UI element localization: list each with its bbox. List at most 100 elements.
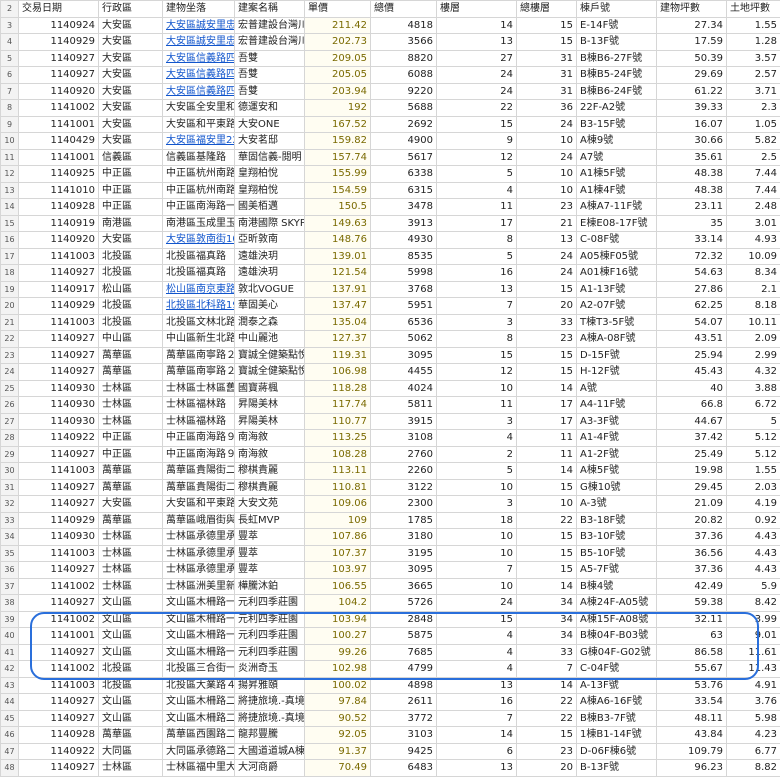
cell-project[interactable]: 吾雙 (235, 67, 305, 84)
cell-unit-no[interactable]: A棟24F-A05號 (577, 595, 657, 612)
row-number[interactable]: 40 (1, 628, 19, 645)
cell-total-price[interactable]: 3566 (371, 34, 437, 51)
cell-date[interactable]: 1141003 (19, 545, 99, 562)
cell-total-floors[interactable]: 24 (517, 265, 577, 282)
cell-address[interactable]: 中正區南海路９３ (163, 446, 235, 463)
cell-date[interactable]: 1141002 (19, 611, 99, 628)
table-row[interactable]: 181140927北投區北投區福真路遠雄泱玥121.5459981624A01棟… (1, 265, 780, 282)
cell-building-area[interactable]: 42.49 (657, 578, 727, 595)
cell-address[interactable]: 北投區大業路４５ (163, 677, 235, 694)
cell-project[interactable]: 遠雄泱玥 (235, 248, 305, 265)
table-row[interactable]: 221140927中山區中山區新生北路二中山麗池127.375062823A棟A… (1, 331, 780, 348)
cell-building-area[interactable]: 63 (657, 628, 727, 645)
row-number[interactable]: 34 (1, 529, 19, 546)
cell-unit-price[interactable]: 121.54 (305, 265, 371, 282)
cell-project[interactable]: 穆棋貴麗 (235, 463, 305, 480)
column-header-land-area[interactable]: 土地坪數 (727, 1, 780, 18)
cell-unit-price[interactable]: 137.47 (305, 298, 371, 315)
cell-total-floors[interactable]: 13 (517, 232, 577, 249)
cell-unit-no[interactable]: T棟T3-5F號 (577, 314, 657, 331)
cell-unit-price[interactable]: 149.63 (305, 215, 371, 232)
cell-unit-price[interactable]: 150.5 (305, 199, 371, 216)
cell-total-price[interactable]: 3665 (371, 578, 437, 595)
cell-address[interactable]: 萬華區南寧路２６ (163, 347, 235, 364)
cell-unit-no[interactable]: 1棟B1-14F號 (577, 727, 657, 744)
cell-building-area[interactable]: 54.63 (657, 265, 727, 282)
cell-total-price[interactable]: 6536 (371, 314, 437, 331)
cell-land-area[interactable]: 10.09 (727, 248, 780, 265)
cell-unit-price[interactable]: 205.05 (305, 67, 371, 84)
cell-land-area[interactable]: 8.82 (727, 760, 780, 777)
cell-total-floors[interactable]: 34 (517, 611, 577, 628)
row-number[interactable]: 12 (1, 166, 19, 183)
cell-land-area[interactable]: 6.77 (727, 743, 780, 760)
cell-unit-no[interactable]: B棟B3-7F號 (577, 710, 657, 727)
cell-total-price[interactable]: 1785 (371, 512, 437, 529)
cell-district[interactable]: 大安區 (99, 34, 163, 51)
cell-district[interactable]: 士林區 (99, 562, 163, 579)
cell-project[interactable]: 將捷旅境.-真境 (235, 710, 305, 727)
cell-land-area[interactable]: 1.05 (727, 116, 780, 133)
cell-district[interactable]: 大安區 (99, 133, 163, 150)
cell-unit-no[interactable]: A1-13F號 (577, 281, 657, 298)
table-row[interactable]: 401141001文山區文山區木柵路一段元利四季莊園100.275875434B… (1, 628, 780, 645)
cell-project[interactable]: 南海敘 (235, 430, 305, 447)
cell-unit-no[interactable]: B棟B5-24F號 (577, 67, 657, 84)
cell-unit-no[interactable]: A棟A7-11F號 (577, 199, 657, 216)
table-row[interactable]: 121140925中正區中正區杭州南路一皇翔柏悅155.996338510A1棟… (1, 166, 780, 183)
column-header-unit-price[interactable]: 單價 (305, 1, 371, 18)
cell-project[interactable]: 國美栢邁 (235, 199, 305, 216)
cell-district[interactable]: 大安區 (99, 232, 163, 249)
cell-floor[interactable]: 4 (437, 182, 517, 199)
table-row[interactable]: 111141001信義區信義區基隆路華固信義-閱明157.7456171224A… (1, 149, 780, 166)
cell-project[interactable]: 國寶蔣楓 (235, 380, 305, 397)
cell-unit-price[interactable]: 113.25 (305, 430, 371, 447)
cell-address[interactable]: 大同區承德路二段 (163, 743, 235, 760)
cell-unit-no[interactable]: G棟10號 (577, 479, 657, 496)
row-number[interactable]: 41 (1, 644, 19, 661)
cell-unit-price[interactable]: 118.28 (305, 380, 371, 397)
row-number[interactable]: 17 (1, 248, 19, 265)
cell-total-floors[interactable]: 14 (517, 578, 577, 595)
table-row[interactable]: 211141003北投區北投區文林北路潤泰之森135.046536333T棟T3… (1, 314, 780, 331)
row-number[interactable]: 25 (1, 380, 19, 397)
cell-address[interactable]: 萬華區西園路二段 (163, 727, 235, 744)
cell-district[interactable]: 中正區 (99, 182, 163, 199)
cell-unit-price[interactable]: 100.27 (305, 628, 371, 645)
cell-land-area[interactable]: 4.23 (727, 727, 780, 744)
cell-unit-no[interactable]: B棟04F-B03號 (577, 628, 657, 645)
row-number[interactable]: 21 (1, 314, 19, 331)
cell-floor[interactable]: 14 (437, 727, 517, 744)
cell-floor[interactable]: 24 (437, 595, 517, 612)
cell-total-floors[interactable]: 15 (517, 562, 577, 579)
cell-date[interactable]: 1140927 (19, 347, 99, 364)
cell-total-floors[interactable]: 10 (517, 166, 577, 183)
cell-unit-price[interactable]: 155.99 (305, 166, 371, 183)
cell-unit-no[interactable]: B棟B6-24F號 (577, 83, 657, 100)
cell-building-area[interactable]: 23.11 (657, 199, 727, 216)
cell-unit-price[interactable]: 106.98 (305, 364, 371, 381)
row-number[interactable]: 6 (1, 67, 19, 84)
cell-unit-no[interactable]: D-06F棟6號 (577, 743, 657, 760)
cell-total-floors[interactable]: 15 (517, 727, 577, 744)
cell-floor[interactable]: 27 (437, 50, 517, 67)
cell-building-area[interactable]: 43.51 (657, 331, 727, 348)
cell-land-area[interactable]: 3.01 (727, 215, 780, 232)
row-number[interactable]: 47 (1, 743, 19, 760)
cell-unit-price[interactable]: 148.76 (305, 232, 371, 249)
cell-total-floors[interactable]: 15 (517, 529, 577, 546)
cell-floor[interactable]: 13 (437, 677, 517, 694)
cell-address[interactable]: 士林區承德里承德 (163, 529, 235, 546)
row-number[interactable]: 22 (1, 331, 19, 348)
cell-district[interactable]: 中正區 (99, 430, 163, 447)
table-row[interactable]: 161140920大安區大安區敦南街103亞昕敦南148.764930813C-… (1, 232, 780, 249)
cell-date[interactable]: 1140928 (19, 727, 99, 744)
row-number[interactable]: 8 (1, 100, 19, 117)
cell-total-price[interactable]: 3180 (371, 529, 437, 546)
cell-unit-price[interactable]: 97.84 (305, 694, 371, 711)
cell-district[interactable]: 士林區 (99, 529, 163, 546)
cell-unit-price[interactable]: 159.82 (305, 133, 371, 150)
cell-floor[interactable]: 7 (437, 562, 517, 579)
cell-project[interactable]: 亞昕敦南 (235, 232, 305, 249)
cell-project[interactable]: 南海敘 (235, 446, 305, 463)
